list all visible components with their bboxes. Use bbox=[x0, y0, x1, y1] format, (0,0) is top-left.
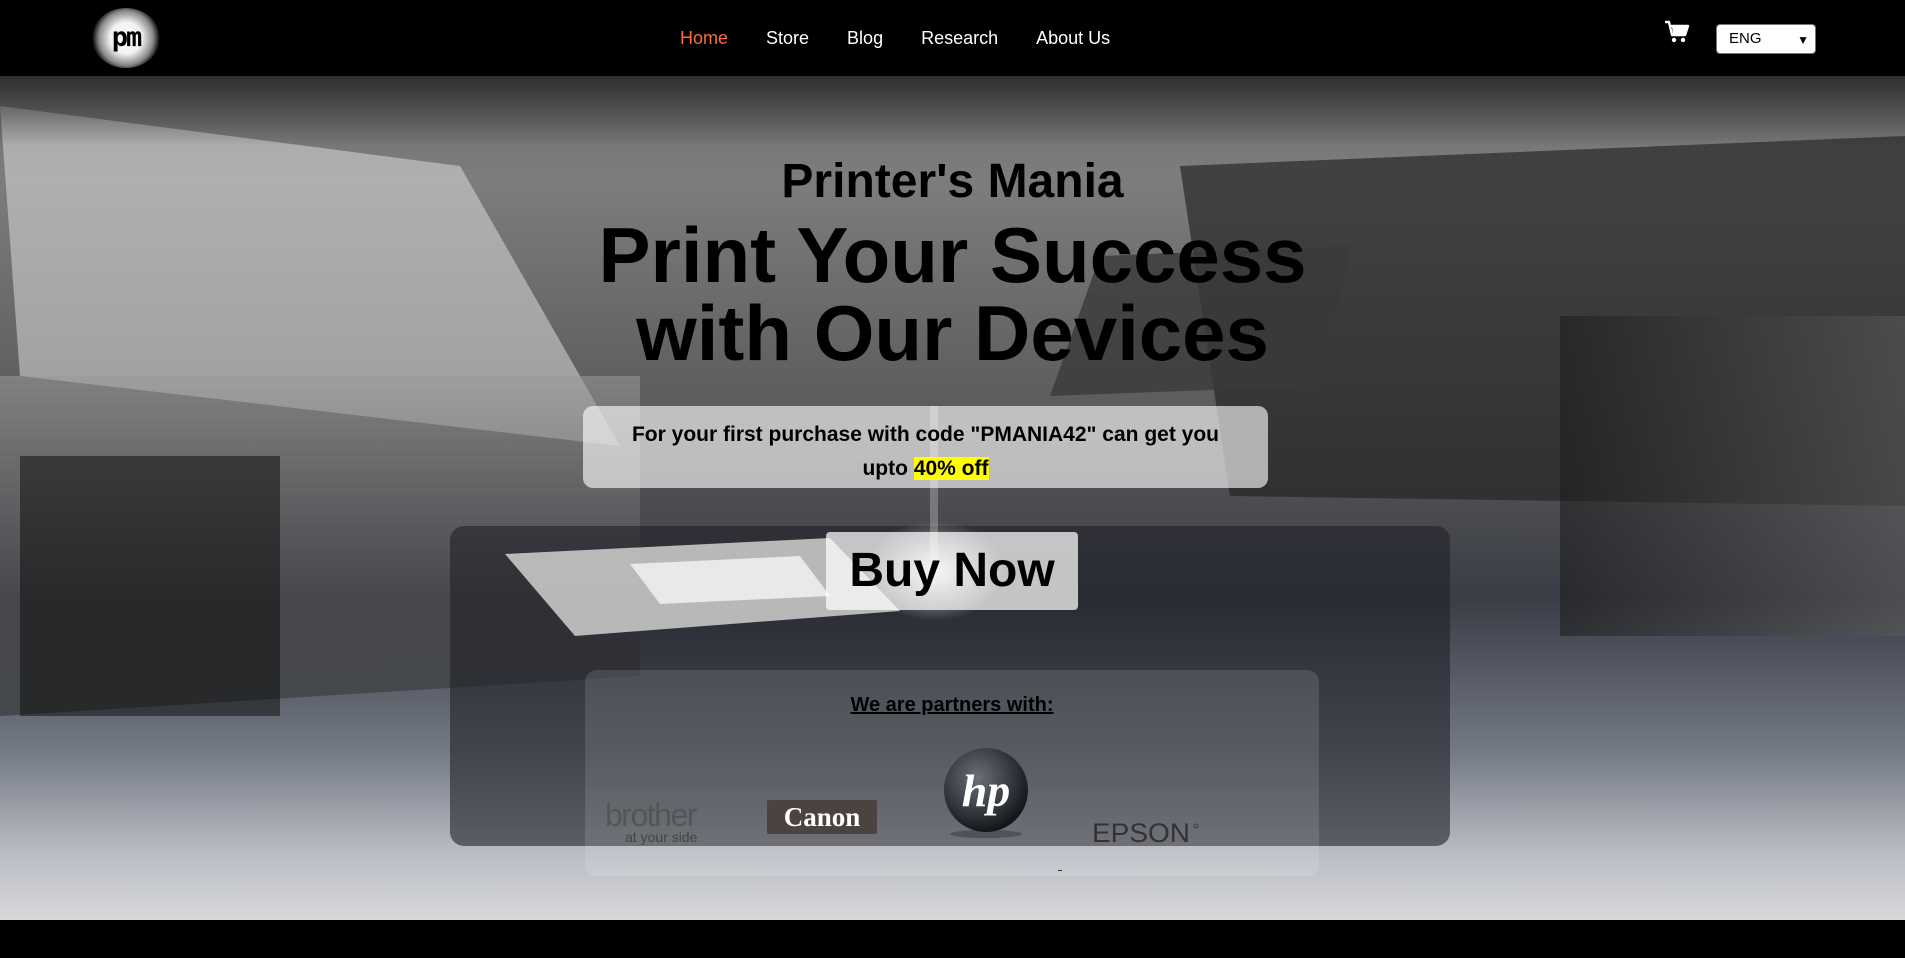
site-logo[interactable]: pm bbox=[92, 8, 160, 68]
nav-link-about-us[interactable]: About Us bbox=[1036, 28, 1110, 49]
brother-wordmark: brother bbox=[605, 798, 698, 833]
epson-logo[interactable]: EPSON bbox=[1092, 814, 1202, 848]
headline-line-2: with Our Devices bbox=[636, 289, 1269, 377]
headline-line-1: Print Your Success bbox=[598, 211, 1307, 299]
logo-text: pm bbox=[111, 22, 143, 53]
nav-link-home[interactable]: Home bbox=[680, 28, 728, 49]
hp-wordmark: hp bbox=[962, 765, 1011, 816]
buy-now-button[interactable]: Buy Now bbox=[826, 532, 1078, 610]
top-navbar: pm Home Store Blog Research About Us ENG… bbox=[0, 0, 1905, 76]
brother-logo[interactable]: brother at your side bbox=[605, 798, 721, 846]
hero-headline: Print Your Success with Our Devices bbox=[0, 216, 1905, 372]
promo-text: For your first purchase with code "PMANI… bbox=[631, 423, 1219, 446]
brand-title: Printer's Mania bbox=[781, 155, 1124, 208]
partners-panel: We are partners with: brother at your si… bbox=[585, 670, 1319, 876]
main-nav: Home Store Blog Research About Us bbox=[680, 0, 1148, 76]
language-selected: ENG bbox=[1729, 30, 1762, 47]
footer-bar bbox=[0, 920, 1905, 958]
brother-tagline: at your side bbox=[625, 829, 698, 845]
hero-section: Printer's Mania Print Your Success with … bbox=[0, 76, 1905, 920]
promo-prefix: upto bbox=[862, 457, 908, 480]
hero-top-shade bbox=[0, 76, 1905, 146]
discount-highlight: 40% off bbox=[913, 457, 989, 480]
nav-link-research[interactable]: Research bbox=[921, 28, 998, 49]
promo-banner: For your first purchase with code "PMANI… bbox=[583, 406, 1268, 488]
epson-wordmark: EPSON bbox=[1092, 818, 1190, 848]
nav-link-blog[interactable]: Blog bbox=[847, 28, 883, 49]
canon-logo[interactable]: Canon bbox=[767, 800, 877, 834]
partners-title: We are partners with: bbox=[850, 694, 1054, 716]
cart-icon[interactable] bbox=[1663, 18, 1691, 46]
canon-wordmark: Canon bbox=[784, 802, 861, 832]
hp-logo[interactable]: hp bbox=[939, 746, 1033, 840]
chevron-down-icon: ▼ bbox=[1797, 33, 1809, 47]
divider bbox=[1058, 870, 1062, 871]
language-select[interactable]: ENG ▼ bbox=[1716, 24, 1816, 54]
nav-link-store[interactable]: Store bbox=[766, 28, 809, 49]
